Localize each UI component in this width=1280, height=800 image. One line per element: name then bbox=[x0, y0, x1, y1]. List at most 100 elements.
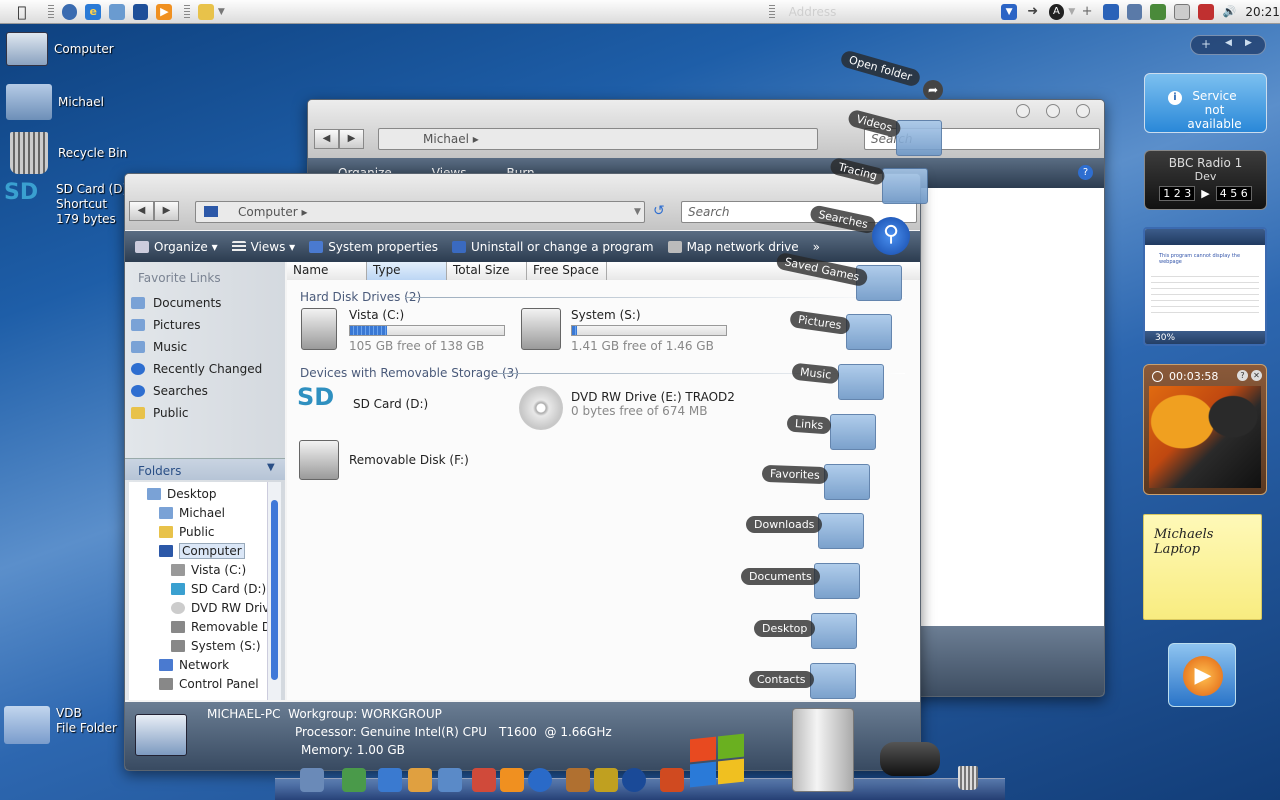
more-commands-button[interactable]: » bbox=[813, 240, 820, 254]
next-gadget-button[interactable]: ▶ bbox=[1245, 38, 1252, 48]
refresh-icon[interactable]: ↺ bbox=[653, 203, 665, 219]
chevron-down-icon[interactable]: ▼ bbox=[218, 7, 225, 17]
favorite-link-public[interactable]: Public bbox=[125, 402, 285, 424]
favorite-link-searches[interactable]: Searches bbox=[125, 380, 285, 402]
forward-button[interactable]: ▶ bbox=[154, 201, 179, 221]
group-header-removable[interactable]: Devices with Removable Storage (3) bbox=[300, 366, 519, 380]
tree-item-sd-card[interactable]: SD Card (D:) bbox=[129, 579, 267, 598]
toolbar-grip-icon[interactable] bbox=[184, 4, 191, 19]
documents-folder-icon[interactable] bbox=[814, 563, 860, 599]
dock-app-icon[interactable] bbox=[660, 768, 684, 792]
media-player-icon[interactable]: ▶ bbox=[1168, 643, 1236, 707]
dock-app-icon[interactable] bbox=[500, 768, 524, 792]
links-folder-icon[interactable] bbox=[830, 414, 876, 450]
window-button-icon[interactable] bbox=[1016, 104, 1030, 118]
note-text[interactable]: Michaels Laptop bbox=[1154, 527, 1251, 557]
drive-sd-card[interactable]: SD SD Card (D:) bbox=[297, 383, 428, 425]
chevron-down-icon[interactable]: ▼ bbox=[267, 462, 275, 473]
favorite-link-pictures[interactable]: Pictures bbox=[125, 314, 285, 336]
desktop-icon-sd-card[interactable]: SD SD Card (D) Shortcut 179 bytes bbox=[4, 182, 127, 227]
volume-icon[interactable]: 🔊 bbox=[1222, 4, 1238, 20]
dock-app-icon[interactable] bbox=[438, 768, 462, 792]
drive-system[interactable]: System (S:) 1.41 GB free of 1.46 GB bbox=[521, 308, 727, 353]
toolbar-grip-icon[interactable] bbox=[47, 4, 54, 19]
clipboard-tray-icon[interactable] bbox=[1174, 3, 1190, 20]
add-gadget-button[interactable]: + bbox=[1201, 37, 1211, 51]
dock-app-icon[interactable] bbox=[622, 768, 646, 792]
pictures-folder-icon[interactable] bbox=[846, 314, 892, 350]
tree-scrollbar[interactable] bbox=[267, 482, 281, 700]
search-folder-icon[interactable]: ⚲ bbox=[872, 217, 910, 255]
tree-item-computer[interactable]: Computer bbox=[129, 541, 267, 560]
views-button[interactable]: Views ▾ bbox=[231, 240, 295, 254]
more-icon[interactable]: ▼ bbox=[1068, 7, 1075, 17]
clock[interactable]: 20:21 bbox=[1245, 5, 1280, 19]
security-tray-icon[interactable] bbox=[1150, 3, 1167, 20]
dock-app-icon[interactable] bbox=[566, 768, 590, 792]
slideshow-gadget[interactable]: 00:03:58 ? ✕ bbox=[1143, 364, 1267, 495]
avast-icon[interactable]: A bbox=[1048, 3, 1065, 20]
group-header-hdd[interactable]: Hard Disk Drives (2) bbox=[300, 290, 421, 304]
folder-yellow-icon[interactable] bbox=[198, 3, 214, 20]
back-button[interactable]: ◀ bbox=[314, 129, 339, 149]
desktop-icon-michael[interactable]: Michael bbox=[6, 84, 104, 120]
mac-pro-tower-icon[interactable] bbox=[792, 708, 854, 792]
internet-explorer-icon[interactable]: e bbox=[85, 3, 102, 20]
address-bar[interactable]: Michael ▸ bbox=[378, 128, 818, 150]
address-bar[interactable]: Computer ▸ ▼ bbox=[195, 201, 645, 223]
dock-app-icon[interactable] bbox=[342, 768, 366, 792]
network-tray-icon[interactable] bbox=[1102, 3, 1119, 20]
tree-item-control-panel[interactable]: Control Panel bbox=[129, 674, 267, 693]
game-controller-icon[interactable] bbox=[880, 742, 940, 776]
dock-app-icon[interactable] bbox=[378, 768, 402, 792]
tree-item-public[interactable]: Public bbox=[129, 522, 267, 541]
dock-app-icon[interactable] bbox=[408, 768, 432, 792]
network-warning-icon[interactable] bbox=[1197, 3, 1214, 20]
dock-app-icon[interactable] bbox=[528, 768, 552, 792]
favorite-link-documents[interactable]: Documents bbox=[125, 292, 285, 314]
close-icon[interactable]: ✕ bbox=[1251, 370, 1262, 381]
tree-item-dvd[interactable]: DVD RW Drive bbox=[129, 598, 267, 617]
window-button-icon[interactable] bbox=[1076, 104, 1090, 118]
toolbar-grip-icon[interactable] bbox=[768, 4, 775, 19]
uninstall-button[interactable]: Uninstall or change a program bbox=[452, 240, 654, 254]
forward-button[interactable]: ▶ bbox=[339, 129, 364, 149]
tracing-folder-icon[interactable] bbox=[882, 168, 928, 204]
dock-app-icon[interactable] bbox=[594, 768, 618, 792]
favorite-link-recently-changed[interactable]: Recently Changed bbox=[125, 358, 285, 380]
radio-presets-left[interactable]: 1 2 3 bbox=[1159, 186, 1196, 201]
back-button[interactable]: ◀ bbox=[129, 201, 154, 221]
globe-icon[interactable] bbox=[61, 3, 78, 20]
drive-vista[interactable]: Vista (C:) 105 GB free of 138 GB bbox=[301, 308, 505, 353]
stack-label-desktop[interactable]: Desktop bbox=[754, 620, 816, 637]
favorite-link-music[interactable]: Music bbox=[125, 336, 285, 358]
tree-item-vista[interactable]: Vista (C:) bbox=[129, 560, 267, 579]
radio-gadget[interactable]: BBC Radio 1 Dev 1 2 3 ▶ 4 5 6 bbox=[1144, 150, 1267, 210]
column-header-name[interactable]: Name bbox=[287, 262, 367, 280]
dock-app-icon[interactable] bbox=[472, 768, 496, 792]
dropdown-arrow-icon[interactable]: ▼ bbox=[1001, 3, 1017, 20]
videos-folder-icon[interactable] bbox=[896, 120, 942, 156]
desktop-icon-computer[interactable]: Computer bbox=[6, 32, 114, 66]
stack-label-links[interactable]: Links bbox=[786, 414, 832, 435]
desktop-folder-icon[interactable] bbox=[811, 613, 857, 649]
tree-item-system[interactable]: System (S:) bbox=[129, 636, 267, 655]
map-network-drive-button[interactable]: Map network drive bbox=[667, 240, 799, 254]
music-folder-icon[interactable] bbox=[838, 364, 884, 400]
chevron-down-icon[interactable]: ▼ bbox=[634, 202, 641, 222]
contacts-folder-icon[interactable] bbox=[810, 663, 856, 699]
windows-logo-icon[interactable] bbox=[690, 733, 746, 788]
stack-label-documents[interactable]: Documents bbox=[741, 568, 820, 585]
drive-dvd[interactable]: DVD RW Drive (E:) TRAOD2 0 bytes free of… bbox=[519, 386, 735, 430]
downloads-folder-icon[interactable] bbox=[818, 513, 864, 549]
window-button-icon[interactable] bbox=[1046, 104, 1060, 118]
previous-gadget-button[interactable]: ◀ bbox=[1225, 38, 1232, 48]
organize-button[interactable]: Organize ▾ bbox=[135, 240, 218, 254]
stack-label-contacts[interactable]: Contacts bbox=[749, 671, 814, 688]
media-player-icon[interactable]: ▶ bbox=[156, 3, 173, 20]
tree-item-desktop[interactable]: Desktop bbox=[129, 484, 267, 503]
folder-icon[interactable] bbox=[109, 3, 125, 20]
play-icon[interactable]: ▶ bbox=[1201, 187, 1209, 200]
media-center-icon[interactable] bbox=[132, 3, 149, 20]
apple-logo-icon[interactable]:  bbox=[14, 3, 30, 21]
